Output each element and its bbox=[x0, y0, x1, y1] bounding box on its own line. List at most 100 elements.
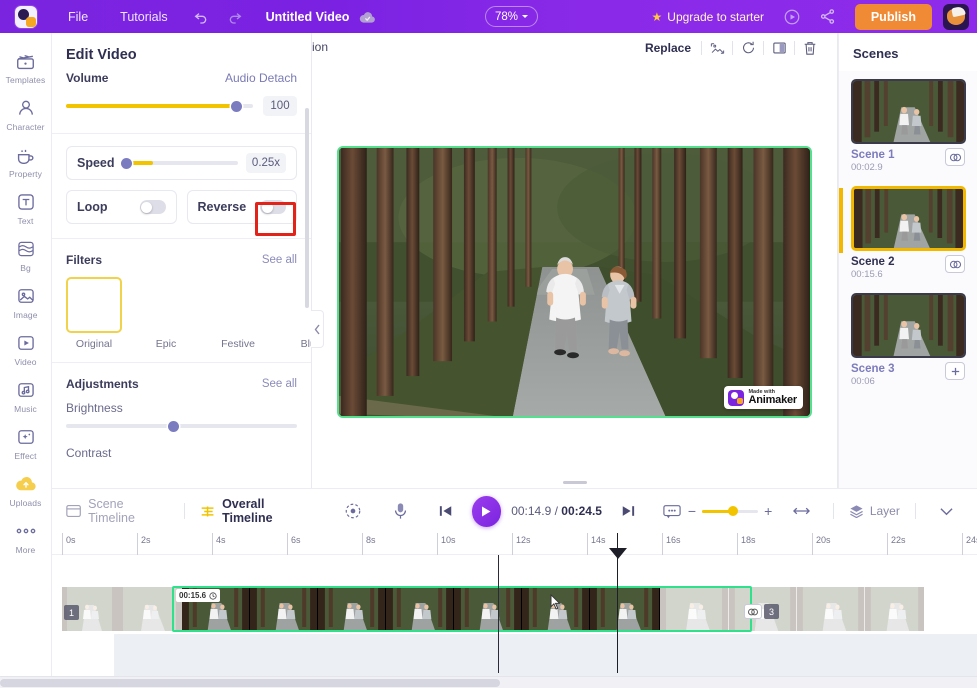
flip-button[interactable] bbox=[764, 35, 794, 61]
filter-original[interactable]: Original bbox=[66, 277, 122, 350]
volume-slider[interactable] bbox=[66, 100, 253, 112]
timeline-lower-track[interactable] bbox=[114, 634, 977, 679]
publish-button[interactable]: Publish bbox=[854, 3, 932, 30]
brightness-slider[interactable] bbox=[66, 420, 297, 432]
fit-width-button[interactable] bbox=[786, 494, 818, 528]
timeline-transition-button[interactable] bbox=[744, 604, 762, 619]
rotate-button[interactable] bbox=[733, 35, 763, 61]
play-button[interactable] bbox=[471, 495, 502, 527]
collapse-panel-button[interactable] bbox=[311, 310, 324, 348]
filters-see-all-button[interactable]: See all bbox=[262, 254, 297, 266]
sidebar-item-bg[interactable]: Bg bbox=[0, 231, 52, 278]
sidebar-item-music[interactable]: Music bbox=[0, 372, 52, 419]
timeline-frame[interactable] bbox=[386, 587, 454, 631]
brightness-slider-knob[interactable] bbox=[167, 420, 179, 432]
sidebar-item-image[interactable]: Image bbox=[0, 278, 52, 325]
sidebar-item-text[interactable]: Text bbox=[0, 184, 52, 231]
sidebar-item-templates[interactable]: Templates bbox=[0, 43, 52, 90]
speed-value[interactable]: 0.25x bbox=[246, 153, 286, 173]
sidebar-item-property[interactable]: Property bbox=[0, 137, 52, 184]
microphone-button[interactable] bbox=[384, 494, 416, 528]
timeline-frame[interactable] bbox=[454, 587, 522, 631]
replace-button[interactable]: Replace bbox=[645, 41, 701, 55]
crop-image-button[interactable] bbox=[702, 35, 732, 61]
delete-button[interactable] bbox=[795, 35, 825, 61]
reverse-control[interactable]: Reverse bbox=[186, 190, 297, 224]
menu-file[interactable]: File bbox=[52, 0, 104, 33]
animaker-watermark: Made with Animaker bbox=[724, 386, 803, 409]
add-scene-icon bbox=[951, 367, 959, 375]
scene-marker-3[interactable]: 3 bbox=[764, 604, 779, 619]
volume-value[interactable]: 100 bbox=[263, 96, 297, 116]
filter-epic[interactable]: Epic bbox=[138, 277, 194, 350]
scene-transition-button-2[interactable] bbox=[945, 255, 965, 273]
speed-slider-knob[interactable] bbox=[120, 157, 132, 169]
timeline-ruler[interactable]: 0s 2s 4s 6s 8s 10s 12s 14s 16s 18s 20s 2… bbox=[52, 533, 977, 555]
timeline-expand-button[interactable] bbox=[931, 494, 963, 528]
share-button[interactable] bbox=[811, 0, 845, 33]
top-bar-actions: Publish bbox=[775, 0, 977, 33]
zoom-out-button[interactable]: − bbox=[688, 503, 696, 519]
scene-thumbnail-1[interactable] bbox=[851, 79, 966, 144]
reverse-toggle[interactable] bbox=[260, 200, 286, 214]
timeline-frame[interactable] bbox=[864, 587, 924, 631]
scene-marker-1[interactable]: 1 bbox=[64, 605, 79, 620]
sidebar-item-effect[interactable]: Effect bbox=[0, 419, 52, 466]
skip-previous-button[interactable] bbox=[430, 494, 462, 528]
scene-transition-button-1[interactable] bbox=[945, 148, 965, 166]
undo-button[interactable] bbox=[184, 0, 218, 33]
loop-toggle[interactable] bbox=[139, 200, 166, 214]
sidebar-item-video[interactable]: Video bbox=[0, 325, 52, 372]
playhead-handle[interactable] bbox=[609, 548, 627, 559]
panel-scrollbar[interactable] bbox=[305, 108, 309, 308]
volume-slider-knob[interactable] bbox=[231, 100, 243, 112]
scene-item-3[interactable]: Scene 3 00:06 bbox=[851, 293, 966, 388]
redo-button[interactable] bbox=[218, 0, 252, 33]
canvas-resize-handle[interactable] bbox=[562, 481, 587, 484]
scene-item-2[interactable]: Scene 2 00:15.6 bbox=[839, 186, 966, 281]
layer-button[interactable]: Layer bbox=[849, 504, 900, 518]
clip-duration-badge[interactable]: 00:15.6 bbox=[176, 589, 221, 602]
scene-time-3: 00:06 bbox=[851, 376, 875, 387]
zoom-level-selector[interactable]: 78% bbox=[485, 6, 539, 27]
tab-overall-timeline[interactable]: Overall Timeline bbox=[200, 497, 313, 525]
preview-button[interactable] bbox=[775, 0, 809, 33]
scene-thumbnail-3[interactable] bbox=[851, 293, 966, 358]
horizontal-scrollbar[interactable] bbox=[0, 676, 977, 688]
horizontal-scrollbar-thumb[interactable] bbox=[0, 679, 500, 687]
upgrade-button[interactable]: ★ Upgrade to starter bbox=[652, 0, 764, 33]
scene-item-1[interactable]: Scene 1 00:02.9 bbox=[851, 79, 966, 174]
sidebar-item-uploads[interactable]: Uploads bbox=[0, 466, 52, 513]
timeline-frame[interactable] bbox=[318, 587, 386, 631]
loop-control[interactable]: Loop bbox=[66, 190, 177, 224]
scene-thumbnail-2[interactable] bbox=[851, 186, 966, 251]
timeline-frame[interactable] bbox=[117, 587, 182, 631]
loop-reverse-row: Loop Reverse bbox=[66, 190, 297, 224]
layer-label: Layer bbox=[869, 504, 900, 518]
timeline-frame[interactable] bbox=[728, 587, 796, 631]
timeline-frame[interactable] bbox=[796, 587, 864, 631]
user-avatar[interactable] bbox=[943, 3, 969, 30]
tab-scene-timeline[interactable]: Scene Timeline bbox=[66, 497, 169, 525]
timeline-zoom-slider[interactable] bbox=[702, 505, 759, 516]
document-title[interactable]: Untitled Video bbox=[266, 10, 350, 24]
sidebar-item-character[interactable]: Character bbox=[0, 90, 52, 137]
filter-festive[interactable]: Festive bbox=[210, 277, 266, 350]
timeline-frame[interactable] bbox=[660, 587, 728, 631]
timeline-frame[interactable] bbox=[590, 587, 660, 631]
speed-slider[interactable] bbox=[120, 157, 238, 169]
zoom-in-button[interactable]: + bbox=[764, 503, 772, 519]
fit-to-screen-button[interactable] bbox=[337, 494, 369, 528]
menu-tutorials[interactable]: Tutorials bbox=[104, 0, 183, 33]
add-scene-button[interactable] bbox=[945, 362, 965, 380]
subtitle-button[interactable] bbox=[656, 494, 688, 528]
timeline-frame[interactable] bbox=[250, 587, 318, 631]
audio-detach-button[interactable]: Audio Detach bbox=[225, 71, 297, 85]
sidebar-item-more[interactable]: More bbox=[0, 513, 52, 560]
skip-next-button[interactable] bbox=[612, 494, 644, 528]
timeline-zoom-knob[interactable] bbox=[727, 505, 738, 516]
app-logo-button[interactable] bbox=[0, 0, 52, 33]
video-stage[interactable]: Made with Animaker bbox=[337, 146, 812, 418]
adjustments-see-all-button[interactable]: See all bbox=[262, 378, 297, 390]
playhead-line[interactable] bbox=[617, 555, 618, 673]
